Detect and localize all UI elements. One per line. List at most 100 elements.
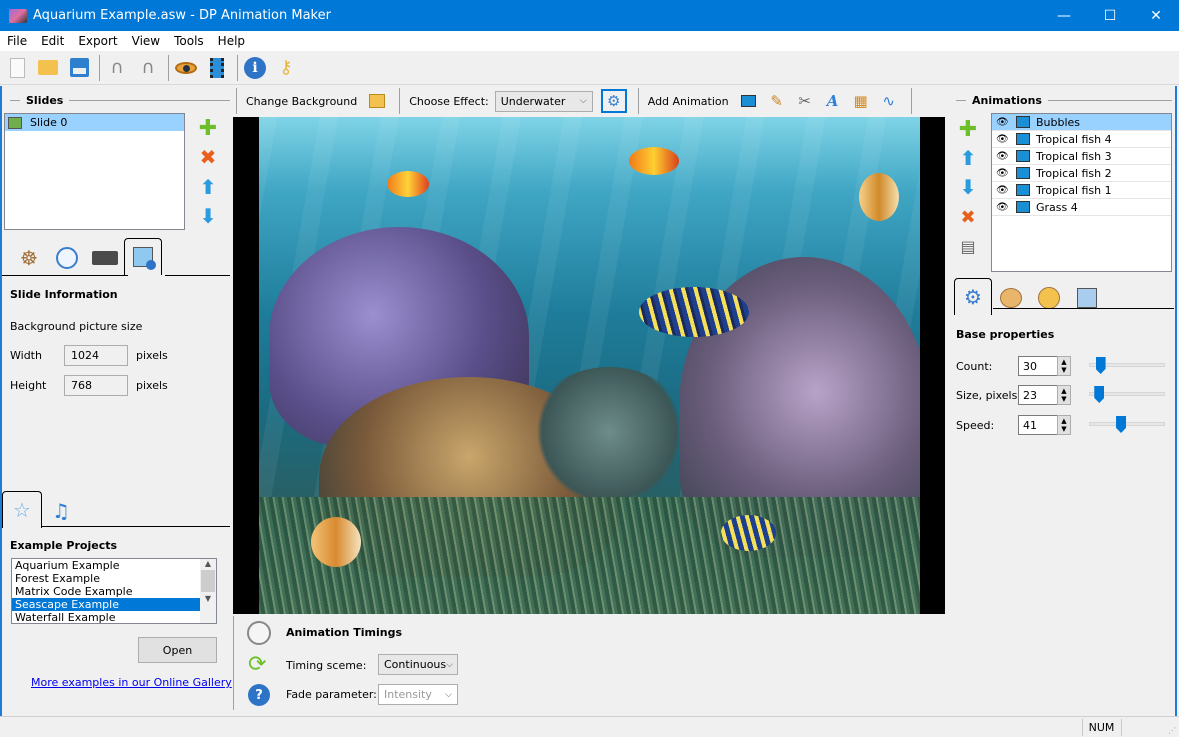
size-stepper[interactable]: ▲ ▼ (1057, 385, 1071, 405)
change-background-icon[interactable] (366, 90, 388, 112)
key-icon[interactable]: ⚷ (272, 54, 300, 82)
camera-icon[interactable] (86, 241, 124, 275)
preview-canvas[interactable] (233, 117, 945, 614)
example-item-matrix[interactable]: Matrix Code Example (12, 585, 200, 598)
visibility-eye-icon[interactable]: 👁 (996, 151, 1012, 162)
save-icon[interactable] (65, 54, 93, 82)
count-stepper[interactable]: ▲ ▼ (1057, 356, 1071, 376)
scroll-down-icon[interactable]: ▼ (200, 594, 216, 603)
menu-view[interactable]: View (125, 34, 167, 48)
timing-scheme-select[interactable]: Continuous ⌵ (378, 654, 458, 675)
chevron-down-icon: ⌵ (579, 96, 587, 106)
video-animation-icon (1016, 201, 1030, 213)
settings-wheel-icon[interactable]: ☸ (10, 241, 48, 275)
animation-item-tropical-fish-2[interactable]: 👁 Tropical fish 2 (992, 165, 1171, 182)
delete-slide-button[interactable]: ✖ (198, 145, 218, 169)
palette-icon[interactable] (992, 281, 1030, 315)
count-slider-thumb[interactable] (1095, 357, 1106, 374)
clock-icon[interactable] (48, 241, 86, 275)
move-slide-down-button[interactable]: ⬇ (198, 204, 218, 228)
add-video-animation-icon[interactable] (738, 90, 760, 112)
size-slider-thumb[interactable] (1094, 386, 1105, 403)
wave-icon[interactable]: ∿ (878, 90, 900, 112)
effect-select[interactable]: Underwater ⌵ (494, 90, 593, 112)
speed-slider-track[interactable] (1089, 422, 1165, 426)
fade-parameter-select[interactable]: Intensity ⌵ (378, 684, 458, 705)
animations-list[interactable]: 👁 Bubbles 👁 Tropical fish 4 👁 Tropical f… (991, 113, 1172, 272)
slide-item[interactable]: Slide 0 (5, 114, 184, 131)
tropical-fish (859, 173, 899, 221)
menu-export[interactable]: Export (71, 34, 124, 48)
slides-list[interactable]: Slide 0 (4, 113, 185, 230)
base-properties-title: Base properties (956, 328, 1055, 341)
count-input[interactable]: 30 (1018, 356, 1058, 376)
delete-animation-button[interactable]: ✖ (958, 207, 978, 228)
animation-item-grass-4[interactable]: 👁 Grass 4 (992, 199, 1171, 216)
timing-scheme-label: Timing sceme: (286, 659, 367, 672)
move-animation-up-button[interactable]: ⬆ (958, 146, 978, 170)
brush-icon[interactable]: ✎ (766, 90, 788, 112)
close-button[interactable]: ✕ (1133, 0, 1179, 31)
example-item-forest[interactable]: Forest Example (12, 572, 200, 585)
animation-item-tropical-fish-4[interactable]: 👁 Tropical fish 4 (992, 131, 1171, 148)
new-file-icon[interactable] (3, 54, 31, 82)
music-icon[interactable]: ♫ (42, 494, 80, 528)
example-projects-list[interactable]: Aquarium Example Forest Example Matrix C… (11, 558, 217, 624)
visibility-eye-icon[interactable]: 👁 (996, 117, 1012, 128)
base-properties-gear-icon[interactable]: ⚙ (954, 278, 992, 315)
redo-icon[interactable]: ∩ (134, 54, 162, 82)
chevron-down-icon: ⌵ (445, 689, 452, 700)
animations-group-title: Animations (956, 94, 1172, 107)
visibility-eye-icon[interactable]: 👁 (996, 185, 1012, 196)
animation-item-tropical-fish-1[interactable]: 👁 Tropical fish 1 (992, 182, 1171, 199)
visibility-eye-icon[interactable]: 👁 (996, 134, 1012, 145)
open-folder-icon[interactable] (34, 54, 62, 82)
move-animation-down-button[interactable]: ⬇ (958, 175, 978, 199)
menu-file[interactable]: File (0, 34, 34, 48)
example-list-scrollbar[interactable]: ▲ ▼ (200, 559, 216, 623)
animation-properties-button[interactable]: ▤ (958, 236, 978, 256)
export-video-icon[interactable] (203, 54, 231, 82)
slide-info-icon[interactable] (124, 238, 162, 275)
animation-item-bubbles[interactable]: 👁 Bubbles (992, 114, 1171, 131)
resize-grip-icon[interactable]: ⋰ (1168, 726, 1176, 735)
maximize-button[interactable]: ☐ (1087, 0, 1133, 31)
draw-path-icon[interactable]: ✂ (794, 90, 816, 112)
tropical-fish (387, 171, 429, 197)
example-item-aquarium[interactable]: Aquarium Example (12, 559, 200, 572)
visibility-eye-icon[interactable]: 👁 (996, 168, 1012, 179)
info-icon[interactable]: i (241, 54, 269, 82)
speed-slider-thumb[interactable] (1116, 416, 1127, 433)
move-slide-up-button[interactable]: ⬆ (198, 175, 218, 199)
menu-edit[interactable]: Edit (34, 34, 71, 48)
example-item-waterfall[interactable]: Waterfall Example (12, 611, 200, 623)
frame-icon[interactable] (1068, 281, 1106, 315)
animation-item-tropical-fish-3[interactable]: 👁 Tropical fish 3 (992, 148, 1171, 165)
example-item-seascape[interactable]: Seascape Example (12, 598, 200, 611)
menu-tools[interactable]: Tools (167, 34, 211, 48)
height-unit: pixels (136, 379, 168, 392)
scroll-up-icon[interactable]: ▲ (200, 559, 216, 568)
online-gallery-link[interactable]: More examples in our Online Gallery (31, 676, 232, 689)
grid-icon[interactable]: ▦ (850, 90, 872, 112)
tab-underline (165, 275, 230, 276)
star-icon[interactable]: ☆ (2, 491, 42, 528)
scroll-thumb[interactable] (201, 570, 215, 592)
text-icon[interactable]: A (822, 90, 844, 112)
help-icon[interactable]: ? (248, 684, 270, 706)
undo-icon[interactable]: ∩ (103, 54, 131, 82)
speed-input[interactable]: 41 (1018, 415, 1058, 435)
add-animation-button[interactable]: ✚ (958, 117, 978, 142)
minimize-button[interactable]: — (1041, 0, 1087, 31)
toolbar-separator (399, 88, 401, 114)
open-example-button[interactable]: Open (138, 637, 217, 663)
add-slide-button[interactable]: ✚ (198, 116, 218, 141)
change-background-button[interactable]: Change Background (246, 95, 357, 108)
effect-settings-button[interactable]: ⚙ (600, 89, 627, 113)
size-input[interactable]: 23 (1018, 385, 1058, 405)
preview-eye-icon[interactable] (172, 54, 200, 82)
compass-icon[interactable] (1030, 281, 1068, 315)
visibility-eye-icon[interactable]: 👁 (996, 202, 1012, 213)
speed-stepper[interactable]: ▲ ▼ (1057, 415, 1071, 435)
menu-help[interactable]: Help (211, 34, 252, 48)
